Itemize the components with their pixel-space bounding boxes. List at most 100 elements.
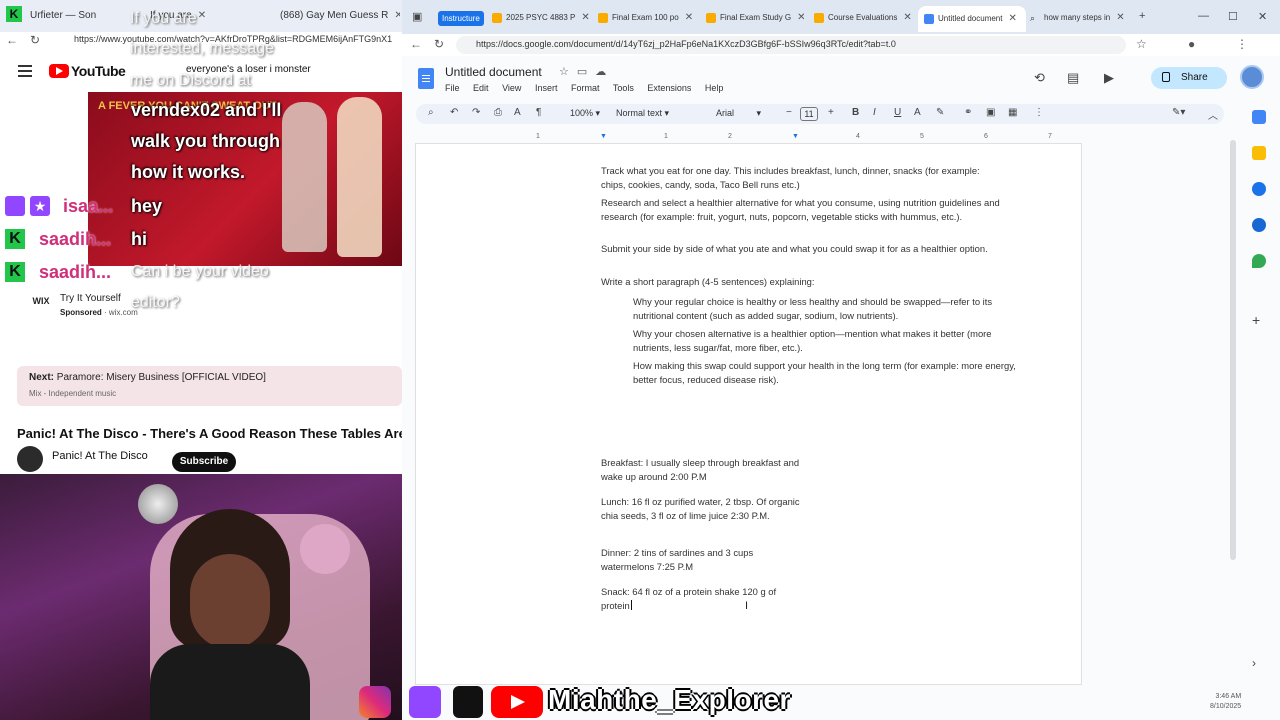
- highlight-icon[interactable]: ✎: [936, 107, 944, 118]
- menu-view[interactable]: View: [502, 83, 521, 93]
- close-icon[interactable]: ✕: [394, 10, 400, 21]
- tab-search[interactable]: ⌕ how many steps in ✕: [1030, 8, 1130, 28]
- maps-icon[interactable]: [1252, 254, 1266, 268]
- close-icon[interactable]: ✕: [1008, 13, 1016, 24]
- youtube-logo[interactable]: YouTube: [49, 63, 126, 79]
- paint-format-icon[interactable]: ¶: [536, 107, 541, 118]
- close-icon[interactable]: ✕: [1116, 12, 1124, 23]
- menu-extensions[interactable]: Extensions: [647, 83, 691, 93]
- add-comment-icon[interactable]: ▣: [986, 107, 995, 118]
- image-icon[interactable]: ▦: [1008, 107, 1017, 118]
- tab-label: Untitled document: [938, 14, 1003, 23]
- channel-avatar[interactable]: [17, 446, 43, 472]
- right-indent-marker-icon[interactable]: ▼: [792, 133, 799, 140]
- history-icon[interactable]: ⟲: [1034, 70, 1045, 86]
- close-icon[interactable]: ✕: [903, 12, 911, 23]
- youtube-logo-text: YouTube: [71, 63, 126, 79]
- close-icon[interactable]: ✕: [198, 10, 206, 21]
- keep-icon[interactable]: [1252, 146, 1266, 160]
- bold-icon[interactable]: B: [852, 107, 859, 118]
- style-select[interactable]: Normal text ▾: [616, 108, 669, 119]
- menu-format[interactable]: Format: [571, 83, 600, 93]
- tasks-icon[interactable]: [1252, 182, 1266, 196]
- text-cursor-icon: I: [745, 600, 749, 612]
- left-tab-3[interactable]: (868) Gay Men Guess R ✕: [280, 6, 400, 26]
- indent-marker-icon[interactable]: ▼: [600, 133, 607, 140]
- profile-icon[interactable]: ●: [1188, 37, 1195, 51]
- docs-logo-icon[interactable]: [418, 68, 434, 89]
- window-close-icon[interactable]: ✕: [1258, 10, 1267, 23]
- account-avatar[interactable]: [1240, 65, 1264, 89]
- back-icon[interactable]: ←: [410, 37, 422, 51]
- link-icon[interactable]: ⚭: [964, 107, 972, 118]
- youtube-play-icon: [49, 64, 69, 78]
- tab-study-guide[interactable]: Final Exam Study G ✕: [706, 8, 804, 28]
- share-label: Share: [1181, 72, 1208, 83]
- next-up-card[interactable]: Next: Paramore: Misery Business [OFFICIA…: [17, 366, 402, 406]
- left-tab-1[interactable]: Urfieter — Son: [30, 6, 140, 26]
- kick-icon: K: [5, 262, 25, 282]
- zoom-select[interactable]: 100% ▾: [570, 108, 600, 119]
- star-icon[interactable]: ☆: [559, 66, 577, 78]
- increase-size-icon[interactable]: +: [828, 107, 834, 118]
- menu-edit[interactable]: Edit: [473, 83, 489, 93]
- document-title[interactable]: Untitled document: [445, 65, 542, 79]
- next-label: Next:: [29, 372, 55, 383]
- spellcheck-icon[interactable]: A: [514, 107, 521, 118]
- close-icon[interactable]: ✕: [685, 12, 693, 23]
- new-tab-icon[interactable]: +: [1139, 10, 1145, 22]
- streamer-handle: Miahthe_Explorer: [548, 684, 791, 715]
- browser-menu-icon[interactable]: ⋮: [1236, 37, 1248, 51]
- tab-psyc[interactable]: 2025 PSYC 4883 P ✕: [492, 8, 590, 28]
- italic-icon[interactable]: I: [873, 107, 876, 118]
- more-icon[interactable]: ⋮: [1034, 107, 1044, 118]
- clock-time: 3:46 AM: [1215, 693, 1242, 700]
- calendar-icon[interactable]: [1252, 110, 1266, 124]
- menu-tools[interactable]: Tools: [613, 83, 634, 93]
- meet-icon[interactable]: ▶: [1104, 70, 1114, 86]
- redo-icon[interactable]: ↷: [472, 107, 480, 118]
- undo-icon[interactable]: ↶: [450, 107, 458, 118]
- text-color-icon[interactable]: A: [914, 107, 921, 118]
- font-size-input[interactable]: 11: [800, 107, 818, 121]
- font-select[interactable]: Arial ▾: [716, 108, 761, 119]
- back-icon[interactable]: ←: [6, 33, 18, 47]
- subscribe-button[interactable]: Subscribe: [172, 452, 236, 472]
- search-menus-icon[interactable]: ⌕: [428, 107, 434, 118]
- tab-list-icon[interactable]: ▣: [412, 10, 422, 23]
- tab-untitled-document[interactable]: Untitled document ✕: [918, 6, 1026, 32]
- tab-course-evaluations[interactable]: Course Evaluations ✕: [814, 8, 918, 28]
- document-page[interactable]: Track what you eat for one day. This inc…: [415, 143, 1082, 685]
- sponsored-ad[interactable]: WIX Try It Yourself Sponsored · wix.com: [18, 290, 398, 330]
- video-figures: [282, 92, 392, 266]
- close-icon[interactable]: ✕: [797, 12, 804, 23]
- menu-file[interactable]: File: [445, 83, 460, 93]
- share-button[interactable]: Share: [1151, 67, 1227, 89]
- menu-icon[interactable]: [18, 65, 32, 77]
- minimize-icon[interactable]: —: [1198, 10, 1209, 22]
- comments-icon[interactable]: ▤: [1067, 70, 1079, 86]
- bookmark-icon[interactable]: ☆: [1136, 37, 1147, 51]
- contacts-icon[interactable]: [1252, 218, 1266, 232]
- document-scrollbar[interactable]: [1230, 140, 1236, 560]
- add-addon-icon[interactable]: +: [1252, 312, 1260, 328]
- folder-icon[interactable]: ▭: [577, 66, 595, 78]
- show-panel-icon[interactable]: ›: [1252, 656, 1256, 670]
- maximize-icon[interactable]: ☐: [1228, 10, 1238, 23]
- menu-insert[interactable]: Insert: [535, 83, 558, 93]
- editing-mode-icon[interactable]: ✎▾: [1172, 107, 1185, 118]
- address-bar[interactable]: https://docs.google.com/document/d/14yT6…: [456, 36, 1126, 54]
- menu-help[interactable]: Help: [705, 83, 724, 93]
- menu-bar: File Edit View Insert Format Tools Exten…: [445, 83, 734, 93]
- decrease-size-icon[interactable]: −: [786, 107, 792, 118]
- underline-icon[interactable]: U: [894, 107, 901, 118]
- channel-name[interactable]: Panic! At The Disco: [52, 450, 148, 462]
- cloud-icon[interactable]: ☁: [595, 66, 614, 78]
- tab-final-exam[interactable]: Final Exam 100 po ✕: [598, 8, 696, 28]
- print-icon[interactable]: ⎙: [494, 107, 502, 118]
- reload-icon[interactable]: ↻: [434, 37, 444, 51]
- collapse-menus-icon[interactable]: ︿: [1208, 107, 1218, 122]
- ruler-tick: 4: [856, 133, 860, 140]
- close-icon[interactable]: ✕: [581, 12, 589, 23]
- instructure-tab-group[interactable]: Instructure: [438, 11, 484, 26]
